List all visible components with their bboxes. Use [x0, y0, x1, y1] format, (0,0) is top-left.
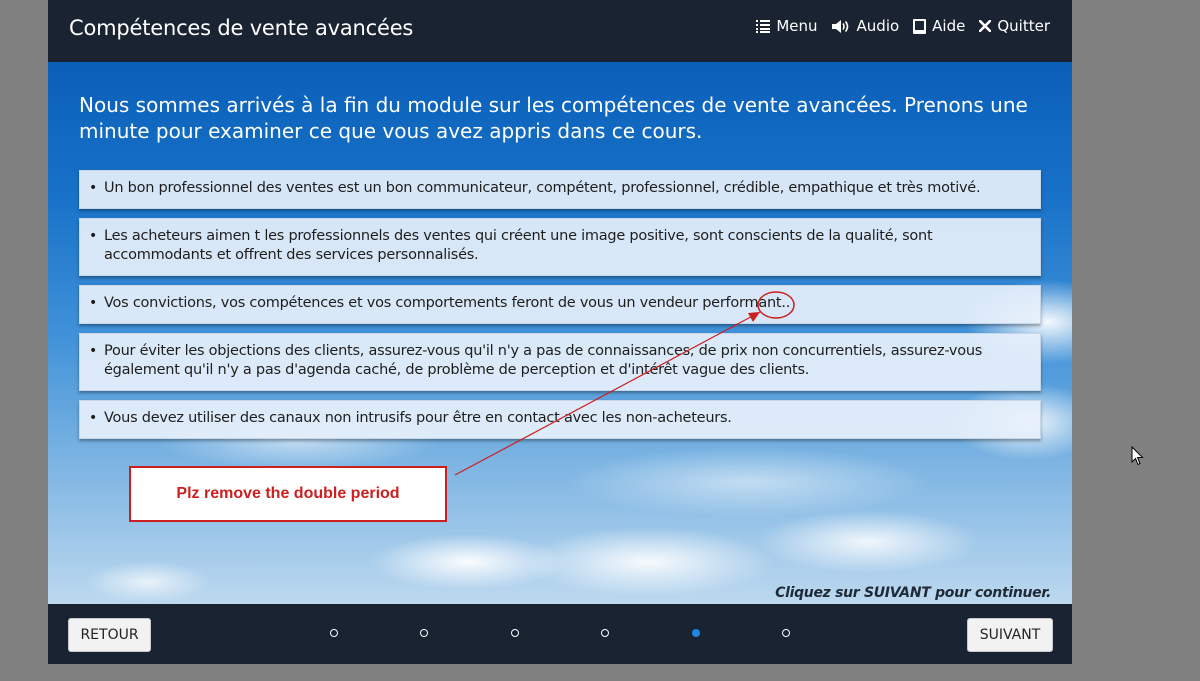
bullet-list: Un bon professionnel des ventes est un b…	[79, 170, 1041, 448]
mouse-cursor-icon	[1131, 445, 1144, 471]
annotation-callout: Plz remove the double period	[129, 466, 447, 522]
progress-dot-5[interactable]	[692, 629, 700, 637]
audio-button[interactable]: Audio	[831, 17, 900, 35]
menu-label: Menu	[776, 17, 818, 35]
continue-hint: Cliquez sur SUIVANT pour continuer.	[775, 585, 1051, 601]
progress-dot-4[interactable]	[601, 629, 609, 637]
bullet-item: Les acheteurs aimen t les professionnels…	[79, 218, 1041, 276]
bottom-bar: RETOUR SUIVANT	[48, 604, 1072, 664]
bullet-item: Un bon professionnel des ventes est un b…	[79, 170, 1041, 209]
course-title: Compétences de vente avancées	[69, 16, 414, 40]
progress-dot-6[interactable]	[782, 629, 790, 637]
progress-dot-1[interactable]	[330, 629, 338, 637]
slide-stage: Nous sommes arrivés à la fin du module s…	[48, 62, 1072, 604]
speaker-icon	[831, 19, 851, 34]
book-icon	[913, 18, 927, 34]
progress-dot-3[interactable]	[511, 629, 519, 637]
progress-dot-2[interactable]	[420, 629, 428, 637]
menu-icon	[756, 19, 771, 33]
next-button[interactable]: SUIVANT	[967, 618, 1053, 652]
progress-dots	[48, 604, 1072, 664]
close-icon	[979, 20, 992, 32]
slide-heading: Nous sommes arrivés à la fin du module s…	[79, 93, 1028, 143]
annotation-text: Plz remove the double period	[176, 485, 400, 502]
audio-label: Audio	[856, 17, 900, 35]
top-nav: Menu Audio Aide Quitter	[756, 17, 1050, 35]
bullet-item: Vos convictions, vos compétences et vos …	[79, 285, 1041, 324]
help-label: Aide	[932, 17, 966, 35]
quit-label: Quitter	[997, 17, 1050, 35]
help-button[interactable]: Aide	[913, 17, 965, 35]
top-bar: Compétences de vente avancées Menu Audio…	[48, 0, 1072, 62]
menu-button[interactable]: Menu	[756, 17, 818, 35]
course-player: Compétences de vente avancées Menu Audio…	[48, 0, 1072, 664]
quit-button[interactable]: Quitter	[979, 17, 1050, 35]
bullet-item: Vous devez utiliser des canaux non intru…	[79, 400, 1041, 439]
bullet-item: Pour éviter les objections des clients, …	[79, 333, 1041, 391]
